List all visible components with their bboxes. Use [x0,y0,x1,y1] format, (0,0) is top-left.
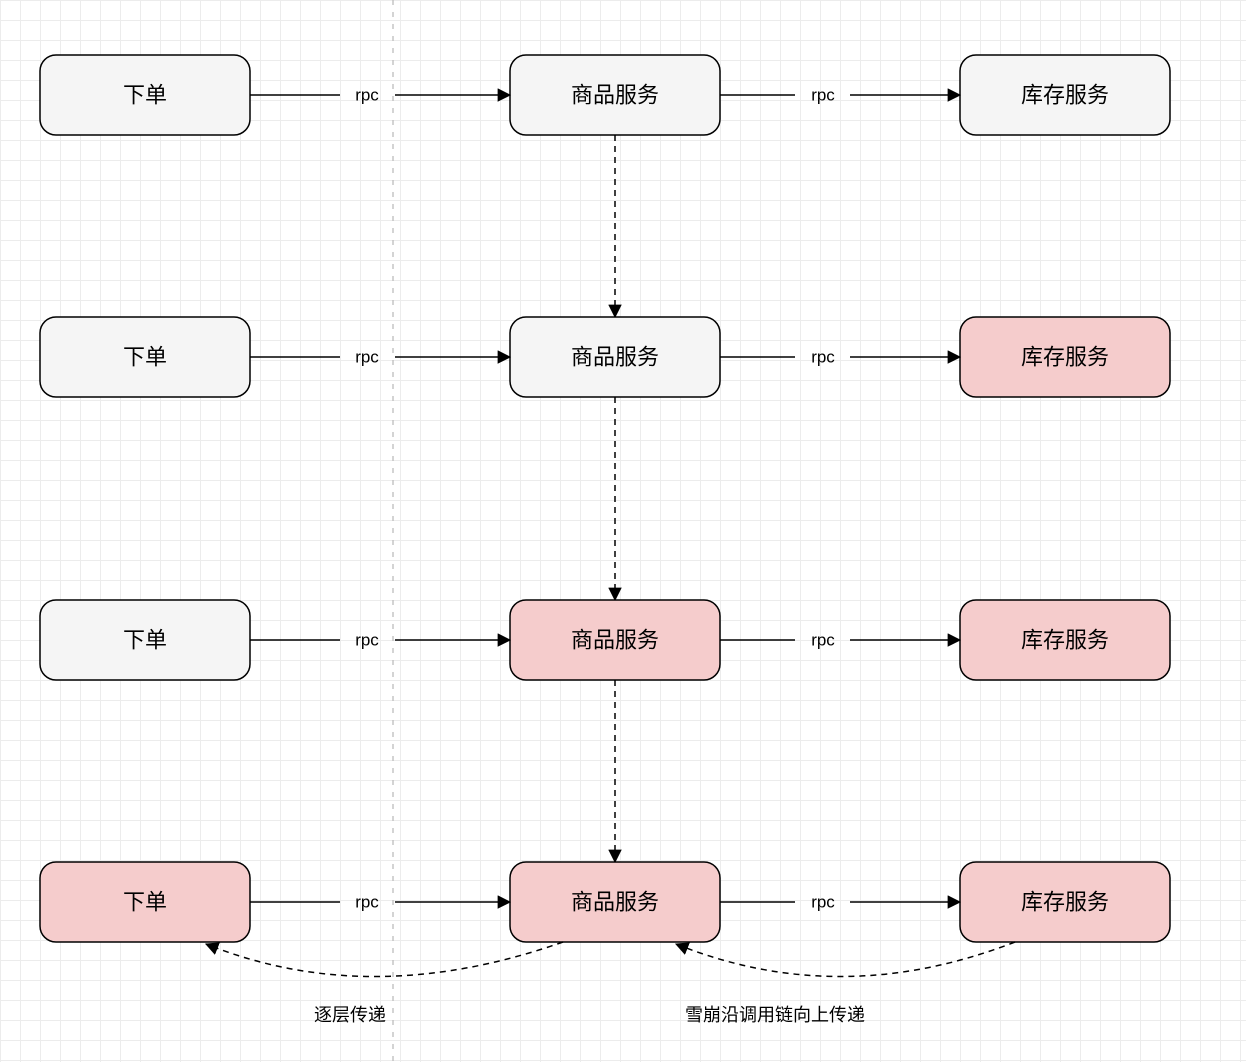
edge-product-stock-2-label: rpc [811,348,835,367]
edge-order-product-4-label: rpc [355,893,379,912]
edge-order-product-2-label: rpc [355,348,379,367]
caption-right: 雪崩沿调用链向上传递 [685,1005,865,1025]
edge-product-stock-1-label: rpc [811,86,835,105]
edge-product-stock-4-label: rpc [811,893,835,912]
node-stock-1-label: 库存服务 [1021,83,1109,108]
node-order-3-label: 下单 [123,628,167,653]
caption-left: 逐层传递 [314,1005,386,1025]
node-order-4-label: 下单 [123,890,167,915]
node-product-2-label: 商品服务 [571,345,659,370]
node-product-4-label: 商品服务 [571,890,659,915]
node-order-1-label: 下单 [123,83,167,108]
backprop-arrow-right [676,942,1015,977]
edge-order-product-1-label: rpc [355,86,379,105]
edge-order-product-3-label: rpc [355,631,379,650]
node-stock-3-label: 库存服务 [1021,628,1109,653]
node-stock-4-label: 库存服务 [1021,890,1109,915]
node-product-3-label: 商品服务 [571,628,659,653]
node-stock-2-label: 库存服务 [1021,345,1109,370]
node-order-2-label: 下单 [123,345,167,370]
node-product-1-label: 商品服务 [571,83,659,108]
diagram-canvas: 下单 商品服务 库存服务 rpc rpc 下单 商品服务 库存服务 rpc rp… [0,0,1246,1062]
backprop-arrow-left [206,942,563,977]
edge-product-stock-3-label: rpc [811,631,835,650]
